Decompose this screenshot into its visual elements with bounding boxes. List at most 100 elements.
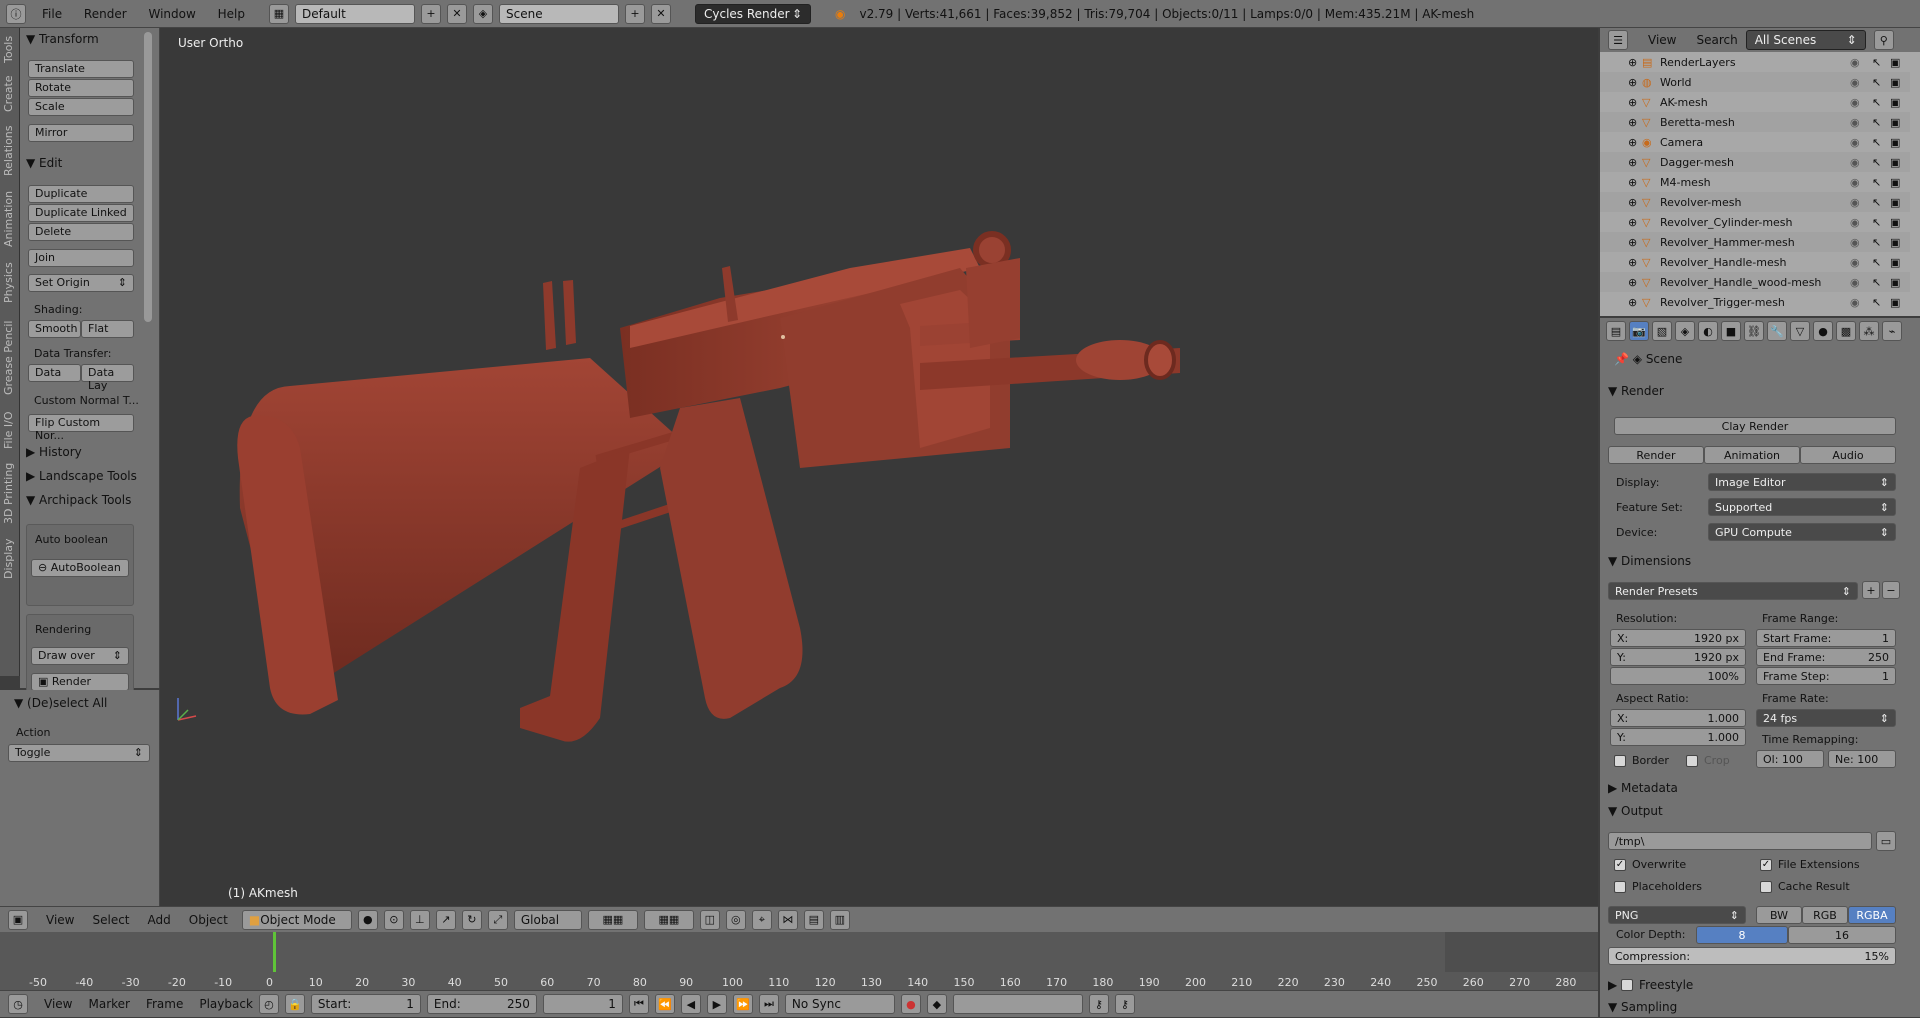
jump-end-icon[interactable]: ⏭ [758, 994, 779, 1014]
snap-target-icon[interactable]: ⋈ [777, 909, 798, 930]
expand-icon[interactable]: ⊕ [1628, 116, 1642, 129]
expand-icon[interactable]: ⊕ [1628, 256, 1642, 269]
3d-viewport[interactable]: User Ortho (1) AKmesh [160, 28, 1598, 906]
keying-set-field[interactable] [952, 994, 1083, 1014]
select-arrow-icon[interactable]: ↖ [1872, 96, 1881, 109]
layout-field[interactable]: Default [295, 3, 415, 24]
file-extensions-checkbox[interactable]: ✓ File Extensions [1760, 858, 1860, 871]
current-frame-indicator[interactable] [273, 932, 276, 972]
modifiers-tab-icon[interactable]: 🔧 [1767, 321, 1787, 341]
add-scene-icon[interactable]: + [625, 3, 645, 24]
eye-icon[interactable]: ◉ [1850, 136, 1860, 149]
expand-icon[interactable]: ⊕ [1628, 176, 1642, 189]
duplicate-linked-button[interactable]: Duplicate Linked [28, 204, 134, 222]
layout-icon[interactable]: ▦ [269, 3, 289, 24]
eye-icon[interactable]: ◉ [1850, 116, 1860, 129]
select-arrow-icon[interactable]: ↖ [1872, 56, 1881, 69]
material-tab-icon[interactable]: ● [1813, 321, 1833, 341]
start-frame-prop-field[interactable]: Start Frame: 1 [1756, 629, 1896, 647]
menu-add[interactable]: Add [148, 913, 171, 927]
play-reverse-icon[interactable]: ◀ [680, 994, 701, 1014]
proportional-icon[interactable]: ◎ [725, 909, 746, 930]
select-arrow-icon[interactable]: ↖ [1872, 276, 1881, 289]
cache-result-checkbox[interactable]: Cache Result [1760, 880, 1850, 893]
render-camera-icon[interactable]: ▣ [1890, 256, 1900, 269]
particles-tab-icon[interactable]: ⁂ [1859, 321, 1879, 341]
aspect-y-field[interactable]: Y: 1.000 [1610, 728, 1746, 746]
landscape-panel-header[interactable]: ▶ Landscape Tools [26, 469, 137, 483]
history-panel-header[interactable]: ▶ History [26, 445, 82, 459]
menu-help[interactable]: Help [218, 7, 245, 21]
flat-button[interactable]: Flat [81, 320, 134, 338]
viewport-shading-icon[interactable]: ● [357, 909, 378, 930]
edit-panel-header[interactable]: ▼ Edit [26, 156, 62, 170]
expand-icon[interactable]: ⊕ [1628, 216, 1642, 229]
translate-button[interactable]: Translate [28, 60, 134, 78]
outliner-item[interactable]: ⊕ ▽ Dagger-mesh ◉ ↖ ▣ [1600, 152, 1910, 172]
render-presets-select[interactable]: Render Presets ⇕ [1608, 582, 1858, 600]
opengl-render-icon[interactable]: ▤ [803, 909, 824, 930]
eye-icon[interactable]: ◉ [1850, 276, 1860, 289]
eye-icon[interactable]: ◉ [1850, 256, 1860, 269]
ak-rifle-model[interactable] [160, 28, 1598, 906]
select-arrow-icon[interactable]: ↖ [1872, 116, 1881, 129]
outliner-item[interactable]: ⊕ ◍ World ◉ ↖ ▣ [1600, 72, 1910, 92]
transform-panel-header[interactable]: ▼ Transform [26, 32, 99, 46]
select-arrow-icon[interactable]: ↖ [1872, 156, 1881, 169]
prev-key-icon[interactable]: ⏪ [654, 994, 675, 1014]
constraints-tab-icon[interactable]: ⛓ [1744, 321, 1764, 341]
render-section-header[interactable]: ▼ Render [1608, 380, 1912, 402]
render-camera-icon[interactable]: ▣ [1890, 96, 1900, 109]
duplicate-button[interactable]: Duplicate [28, 185, 134, 203]
resolution-y-field[interactable]: Y: 1920 px [1610, 648, 1746, 666]
render-tab-icon[interactable]: 📷 [1629, 321, 1649, 341]
outliner-item[interactable]: ⊕ ▽ M4-mesh ◉ ↖ ▣ [1600, 172, 1910, 192]
border-checkbox[interactable]: Border [1614, 754, 1669, 767]
menu-view[interactable]: View [46, 913, 74, 927]
current-frame-field[interactable]: 1 [542, 994, 623, 1014]
jump-start-icon[interactable]: ⏮ [628, 994, 649, 1014]
eye-icon[interactable]: ◉ [1850, 76, 1860, 89]
tab-grease-pencil[interactable]: Grease Pencil [2, 314, 18, 402]
crop-checkbox[interactable]: Crop [1686, 754, 1730, 767]
layers-grid-2-icon[interactable]: ▦▦ [643, 909, 694, 930]
display-mode-select[interactable]: All Scenes ⇕ [1745, 30, 1866, 50]
outliner-menu-view[interactable]: View [1648, 33, 1676, 47]
dimensions-section-header[interactable]: ▼ Dimensions [1608, 550, 1912, 572]
outliner-item[interactable]: ⊕ ▽ Beretta-mesh ◉ ↖ ▣ [1600, 112, 1910, 132]
flip-custom-normals-button[interactable]: Flip Custom Nor... [28, 414, 134, 442]
render-camera-icon[interactable]: ▣ [1890, 296, 1900, 309]
expand-icon[interactable]: ⊕ [1628, 156, 1642, 169]
tab-file-io[interactable]: File I/O [2, 408, 18, 452]
timeline-menu-playback[interactable]: Playback [199, 997, 253, 1011]
overwrite-checkbox[interactable]: ✓ Overwrite [1614, 858, 1686, 871]
placeholders-checkbox[interactable]: Placeholders [1614, 880, 1702, 893]
render-engine-select[interactable]: Cycles Render ⇕ [695, 3, 811, 24]
select-arrow-icon[interactable]: ↖ [1872, 216, 1881, 229]
action-select[interactable]: Toggle ⇕ [8, 744, 150, 762]
expand-icon[interactable]: ⊕ [1628, 296, 1642, 309]
clay-render-button[interactable]: Clay Render [1614, 417, 1896, 435]
translate-manipulator-icon[interactable]: ↗ [435, 909, 456, 930]
orientation-select[interactable]: Global [513, 909, 582, 930]
world-tab-icon[interactable]: ◐ [1698, 321, 1718, 341]
properties-editor-icon[interactable]: ▤ [1606, 321, 1626, 341]
eye-icon[interactable]: ◉ [1850, 216, 1860, 229]
delete-button[interactable]: Delete [28, 223, 134, 241]
rotate-button[interactable]: Rotate [28, 79, 134, 97]
data-layout-button[interactable]: Data Lay [81, 364, 134, 392]
depth-16-button[interactable]: 16 [1788, 926, 1896, 944]
render-camera-icon[interactable]: ▣ [1890, 196, 1900, 209]
tab-3d-printing[interactable]: 3D Printing [2, 458, 18, 528]
render-camera-icon[interactable]: ▣ [1890, 56, 1900, 69]
editor-type-icon[interactable]: ▣ [8, 909, 28, 930]
remove-preset-icon[interactable]: − [1882, 581, 1900, 599]
scene-tab-icon[interactable]: ◈ [1675, 321, 1695, 341]
remove-layout-icon[interactable]: ✕ [447, 3, 467, 24]
menu-file[interactable]: File [42, 7, 62, 21]
eye-icon[interactable]: ◉ [1850, 236, 1860, 249]
pivot-icon[interactable]: ⊙ [383, 909, 404, 930]
scale-manipulator-icon[interactable]: ⤢ [487, 909, 508, 930]
tab-create[interactable]: Create [2, 72, 18, 116]
timeline-menu-frame[interactable]: Frame [146, 997, 183, 1011]
